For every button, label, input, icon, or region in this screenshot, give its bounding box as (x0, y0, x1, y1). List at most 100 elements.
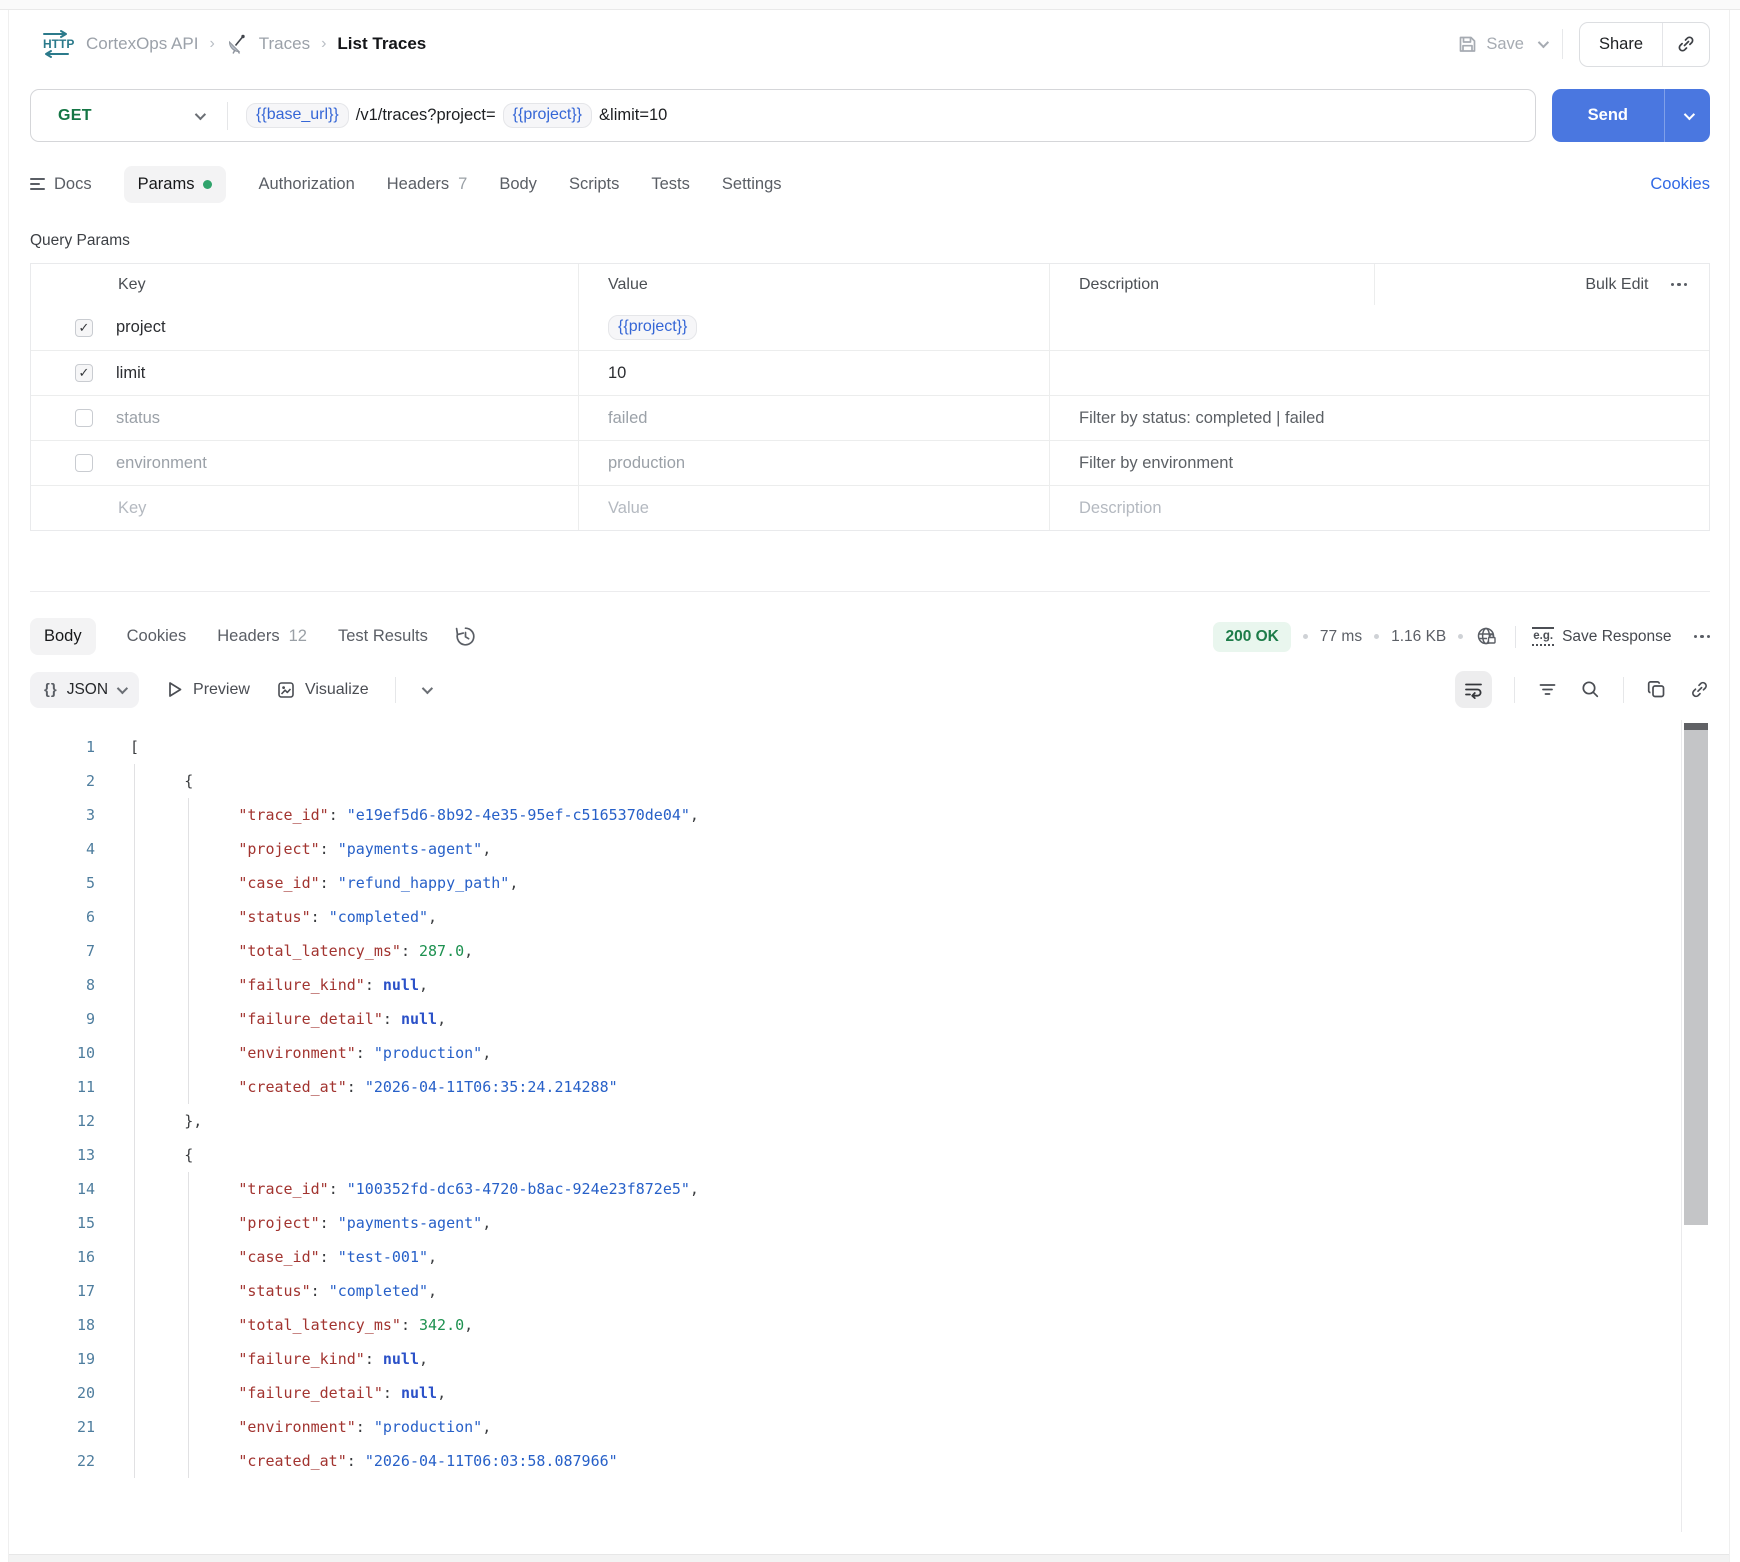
param-value[interactable]: production (608, 454, 685, 473)
tab-count: 12 (288, 627, 307, 645)
scrollbar-thumb[interactable] (1684, 723, 1708, 1225)
code-line: 10 "environment": "production", (30, 1036, 1680, 1070)
window-left-edge (8, 10, 9, 1562)
tab-params[interactable]: Params (123, 165, 227, 203)
url-input[interactable]: {{base_url}} /v1/traces?project= {{project… (228, 103, 685, 128)
line-number: 3 (85, 806, 95, 824)
network-info-icon[interactable] (1475, 625, 1499, 649)
tab-label: Tests (651, 174, 690, 193)
breadcrumb-collection[interactable]: CortexOps API (86, 34, 198, 54)
preview-label: Preview (193, 680, 250, 698)
save-options-chevron[interactable] (1537, 36, 1550, 49)
param-value[interactable]: 10 (608, 364, 626, 383)
param-value[interactable]: failed (608, 409, 647, 428)
send-button[interactable]: Send (1551, 89, 1710, 142)
response-tab-cookies[interactable]: Cookies (127, 627, 187, 646)
meta-divider (1515, 625, 1517, 648)
param-checkbox[interactable] (75, 364, 93, 382)
meta-dot (1302, 634, 1308, 639)
indent-guide (188, 1308, 189, 1342)
visualize-button[interactable]: Visualize (276, 680, 369, 700)
response-size[interactable]: 1.16 KB (1391, 628, 1446, 646)
code-line: 15 "project": "payments-agent", (30, 1206, 1680, 1240)
viewer-options-chevron[interactable] (421, 682, 433, 694)
param-checkbox[interactable] (75, 318, 93, 337)
param-key[interactable]: status (116, 409, 160, 428)
tab-authorization[interactable]: Authorization (258, 175, 354, 194)
column-header-description: Description (1049, 264, 1374, 305)
param-key[interactable]: environment (116, 454, 207, 473)
param-value-cell: {{project}} (578, 305, 1049, 350)
param-key[interactable]: project (116, 318, 166, 337)
response-more-icon[interactable] (1693, 634, 1710, 639)
indent-guide (134, 1172, 135, 1206)
param-row-end (1374, 441, 1709, 485)
response-time[interactable]: 77 ms (1320, 628, 1362, 646)
code-text: }, (184, 1112, 203, 1130)
status-badge[interactable]: 200 OK (1213, 621, 1291, 652)
send-options-chevron[interactable] (1664, 89, 1710, 142)
save-icon (1457, 34, 1478, 55)
code-line: 6 "status": "completed", (30, 900, 1680, 934)
method-select[interactable]: GET (31, 107, 227, 125)
line-number: 4 (85, 840, 95, 858)
save-button[interactable]: Save (1457, 34, 1524, 55)
param-key-cell: environment (31, 441, 578, 485)
indent-guide (188, 1342, 189, 1376)
bulk-edit-button[interactable]: Bulk Edit (1585, 276, 1648, 294)
word-wrap-icon[interactable] (1455, 671, 1492, 708)
code-text: "status": "completed", (238, 908, 438, 926)
indent-guide (134, 934, 135, 968)
tab-docs[interactable]: Docs (30, 175, 92, 194)
link-icon[interactable] (1689, 679, 1710, 700)
tab-count: 7 (458, 174, 468, 193)
braces-icon: {} (44, 681, 58, 698)
save-response-button[interactable]: e.g. Save Response (1532, 627, 1672, 646)
search-icon[interactable] (1580, 679, 1601, 700)
param-description-placeholder[interactable]: Description (1079, 499, 1162, 518)
param-value[interactable]: {{project}} (608, 315, 698, 340)
tab-label: Scripts (568, 174, 620, 193)
response-tab-body[interactable]: Body (30, 618, 96, 655)
tab-label: Cookies (126, 627, 187, 645)
window-right-edge (1729, 10, 1730, 1562)
code-line: 5 "case_id": "refund_happy_path", (30, 866, 1680, 900)
request-header-row: HTTP CortexOps API › Traces › List Trace… (30, 10, 1710, 78)
response-tab-headers[interactable]: Headers 12 (217, 627, 307, 646)
response-history-icon[interactable] (454, 625, 477, 648)
params-more-icon[interactable] (1670, 282, 1687, 287)
param-checkbox[interactable] (75, 409, 93, 427)
line-number: 22 (76, 1452, 95, 1470)
docs-icon (30, 178, 45, 190)
preview-button[interactable]: Preview (165, 680, 250, 699)
breadcrumb-folder[interactable]: Traces (259, 34, 310, 54)
copy-icon[interactable] (1646, 679, 1667, 700)
format-select[interactable]: {} JSON (30, 671, 140, 708)
share-button[interactable]: Share (1578, 21, 1710, 67)
param-key-placeholder[interactable]: Key (118, 499, 146, 518)
response-tab-test-results[interactable]: Test Results (338, 627, 428, 646)
tab-tests[interactable]: Tests (651, 175, 690, 194)
filter-icon[interactable] (1537, 679, 1558, 700)
response-body-viewer[interactable]: 1[2 {3 "trace_id": "e19ef5d6-8b92-4e35-9… (30, 720, 1710, 1532)
copy-link-icon[interactable] (1663, 23, 1709, 66)
param-row-end (1374, 396, 1709, 440)
indent-guide (188, 1206, 189, 1240)
tab-settings[interactable]: Settings (722, 175, 782, 194)
query-params-title: Query Params (30, 232, 130, 249)
indent-guide (188, 866, 189, 900)
cookies-link[interactable]: Cookies (1650, 175, 1710, 194)
param-checkbox[interactable] (75, 454, 93, 472)
param-key[interactable]: limit (116, 364, 145, 383)
tab-headers[interactable]: Headers 7 (387, 175, 468, 194)
url-box: GET {{base_url}} /v1/traces?project= {{pro… (30, 89, 1536, 142)
param-description[interactable]: Filter by status: completed | failed (1079, 409, 1324, 428)
tab-body[interactable]: Body (499, 175, 537, 194)
tab-label: Test Results (337, 627, 428, 645)
request-tabs: Docs Params Authorization Headers 7 Body Scrip… (30, 165, 782, 203)
code-text: "project": "payments-agent", (238, 1214, 492, 1232)
code-line: 2 { (30, 764, 1680, 798)
param-description[interactable]: Filter by environment (1079, 454, 1233, 473)
param-value-placeholder[interactable]: Value (608, 499, 649, 518)
tab-scripts[interactable]: Scripts (569, 175, 619, 194)
